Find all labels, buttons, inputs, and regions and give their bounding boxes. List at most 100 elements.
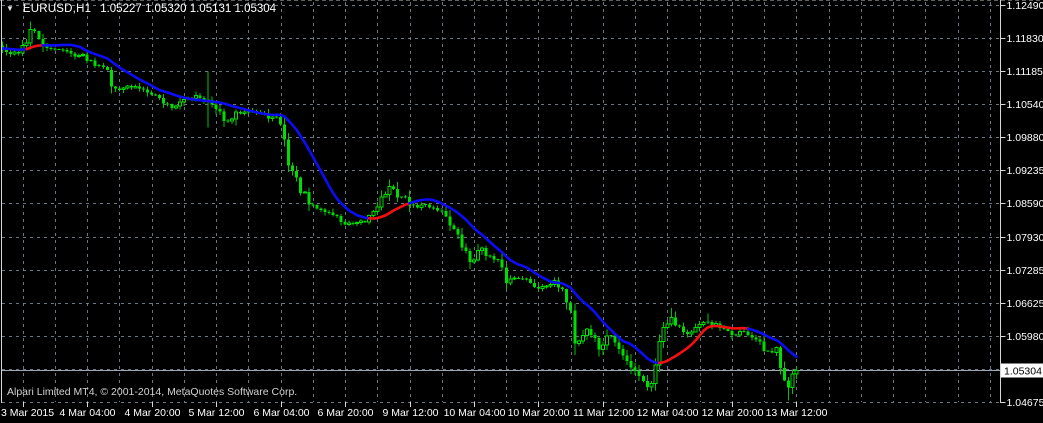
chart-title: ▼ EURUSD,H1 1.05227 1.05320 1.05131 1.05… — [6, 3, 276, 15]
candle-bear — [146, 89, 150, 93]
time-label: 11 Mar 12:00 — [573, 407, 634, 419]
candle-bull — [508, 278, 513, 284]
time-label: 5 Mar 12:00 — [188, 407, 244, 419]
candle-bull — [242, 111, 247, 114]
candle-bear — [593, 334, 597, 339]
candle-bear — [218, 108, 222, 112]
candle-bear — [105, 67, 109, 70]
candle-bear — [464, 247, 468, 251]
candle-bear — [198, 95, 202, 99]
candle-bull — [472, 259, 477, 263]
candle-bear — [61, 49, 65, 51]
price-chart-canvas[interactable]: 1.12490 1.11830 1.11185 1.10540 1.09880 1.092… — [0, 0, 1043, 423]
price-label: 1.08590 — [1007, 198, 1043, 210]
candle-bear — [214, 104, 218, 109]
time-label: 10 Mar 20:00 — [508, 407, 570, 419]
price-label: 1.06625 — [1007, 298, 1043, 310]
candle-bear — [468, 250, 472, 263]
candle-bear — [17, 52, 21, 54]
candle-bull — [653, 364, 658, 385]
price-label: 1.12490 — [1007, 0, 1043, 12]
candle-bull — [600, 344, 605, 351]
candle-bear — [150, 92, 154, 95]
candle-bear — [170, 103, 174, 109]
candle-bull — [355, 221, 360, 224]
candle-bull — [12, 51, 17, 55]
candle-bear — [678, 325, 682, 327]
candle-bull — [302, 191, 307, 194]
candle-bull — [383, 194, 388, 198]
candle-bull — [794, 369, 799, 375]
candle-bear — [758, 339, 762, 342]
candle-bull — [181, 98, 186, 103]
time-axis[interactable]: 3 Mar 2015 4 Mar 04:00 4 Mar 20:00 5 Mar 12… — [0, 402, 1043, 423]
candle-bear — [138, 86, 142, 89]
candle-bear — [569, 302, 573, 311]
candle-bear — [69, 51, 73, 54]
candle-bull — [661, 327, 666, 342]
candle-bear — [633, 367, 637, 371]
candle-bull — [737, 330, 742, 336]
time-label: 10 Mar 04:00 — [444, 407, 506, 419]
candle-bear — [113, 86, 117, 89]
current-price-tag: 1.05304 — [1001, 363, 1043, 378]
candle-bull — [24, 42, 29, 47]
candle-bull — [77, 54, 82, 58]
time-label: 6 Mar 04:00 — [253, 407, 309, 419]
candle-bull — [230, 118, 235, 122]
candle-bull — [387, 185, 392, 196]
time-label: 12 Mar 20:00 — [702, 407, 764, 419]
candle-bull — [125, 85, 130, 89]
candle-bear — [142, 88, 146, 90]
candle-bear — [436, 208, 440, 211]
candle-bull — [359, 220, 364, 223]
candle-bear — [621, 349, 625, 356]
candle-bull — [605, 335, 609, 346]
candle-bear — [279, 117, 283, 125]
candle-bear — [129, 85, 133, 88]
candle-bear — [448, 216, 452, 226]
candle-bear — [319, 208, 323, 210]
candle-bear — [770, 351, 774, 353]
broker-watermark: Alpari Limited MT4, © 2001-2014, MetaQuo… — [7, 386, 298, 398]
candle-bear — [331, 212, 335, 215]
candle-bear — [49, 47, 53, 50]
candle-bear — [528, 279, 532, 283]
candle-bear — [492, 256, 496, 260]
candle-bear — [726, 328, 730, 331]
price-axis[interactable]: 1.12490 1.11830 1.11185 1.10540 1.09880 1.092… — [1000, 0, 1043, 409]
candle-bear — [222, 111, 226, 121]
candle-bull — [234, 111, 239, 120]
bid-price-label: 1.05304 — [1004, 366, 1042, 378]
time-label: 12 Mar 04:00 — [637, 407, 699, 419]
price-label: 1.09235 — [1007, 165, 1043, 177]
candle-bull — [790, 373, 795, 388]
candle-bull — [375, 206, 380, 212]
candle-bear — [625, 355, 629, 361]
candle-bear — [416, 204, 420, 208]
candle-bear — [532, 282, 536, 287]
candle-bear — [456, 229, 460, 235]
price-label: 1.11185 — [1007, 66, 1043, 78]
candle-bear — [428, 204, 432, 208]
candle-bear — [335, 214, 339, 217]
candle-bear — [93, 60, 97, 66]
chart-dropdown-icon[interactable]: ▼ — [6, 5, 14, 13]
price-label: 1.11830 — [1007, 33, 1043, 45]
candle-bear — [291, 165, 295, 172]
candle-bull — [689, 331, 694, 335]
candle-bear — [158, 95, 162, 99]
price-label: 1.07930 — [1007, 232, 1043, 244]
candle-bull — [173, 105, 178, 109]
candle-bear — [730, 330, 734, 335]
candle-bear — [778, 347, 782, 369]
candle-bull — [371, 210, 376, 216]
candle-bear — [73, 53, 77, 57]
candle-bear — [762, 341, 766, 352]
candle-bear — [484, 247, 488, 257]
candle-bull — [379, 196, 384, 208]
candle-bull — [347, 222, 352, 225]
candle-bear — [746, 331, 750, 336]
candle-bear — [561, 287, 565, 289]
candle-bear — [565, 288, 569, 303]
